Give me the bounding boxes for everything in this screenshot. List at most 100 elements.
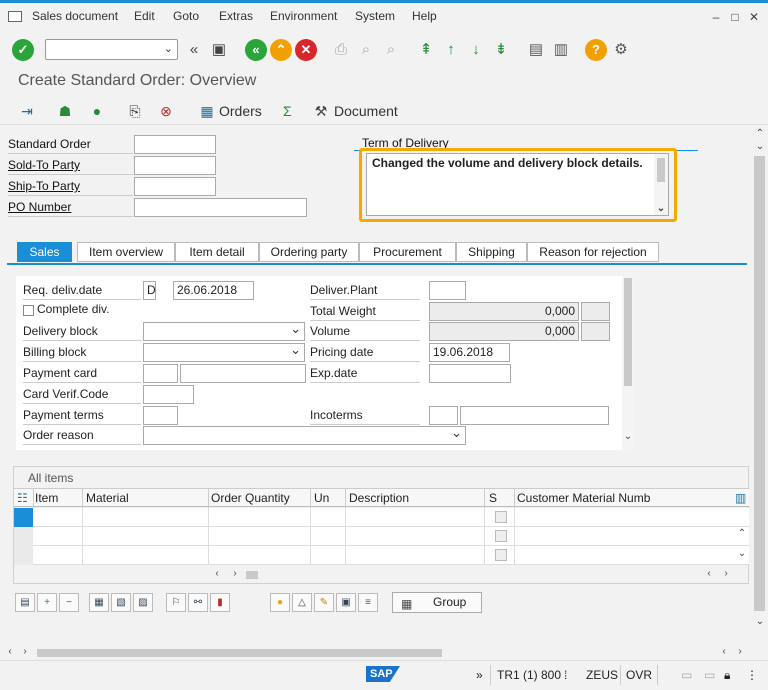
row-selector[interactable] <box>14 508 33 527</box>
cell-description[interactable] <box>346 508 485 527</box>
orders-button[interactable]: Orders <box>219 103 262 119</box>
exit-icon[interactable]: ⌃ <box>270 39 292 61</box>
row-checkbox[interactable] <box>495 511 507 523</box>
table-row[interactable] <box>14 527 749 546</box>
expand-status-icon[interactable]: » <box>476 668 483 682</box>
term-of-delivery-textarea[interactable]: Changed the volume and delivery block de… <box>366 153 669 216</box>
payment-terms-field[interactable] <box>143 406 178 425</box>
chevron-down-icon[interactable]: ⌄ <box>754 616 766 627</box>
cell-material[interactable] <box>83 508 209 527</box>
item-details-icon[interactable]: ▤ <box>15 593 35 612</box>
header-details-icon[interactable]: ⇥ <box>18 102 36 120</box>
ship-to-party-label[interactable]: Ship-To Party <box>8 177 133 196</box>
print-icon[interactable]: ⎙ <box>330 39 352 61</box>
structure-icon[interactable]: ⚯ <box>188 593 208 612</box>
textarea-scroll-thumb[interactable] <box>657 158 665 182</box>
main-hscroll-thumb[interactable] <box>37 649 442 657</box>
menu-edit[interactable]: Edit <box>134 9 155 23</box>
main-scroll-thumb[interactable] <box>754 156 765 611</box>
pricing-icon[interactable]: ● <box>270 593 290 612</box>
cell-order-quantity[interactable] <box>209 527 311 546</box>
column-un[interactable]: Un <box>314 491 329 505</box>
payment-card-number-field[interactable] <box>180 364 306 383</box>
close-icon[interactable]: ✕ <box>748 11 760 23</box>
chevron-down-icon[interactable]: ⌄ <box>655 201 667 216</box>
document-button[interactable]: Document <box>334 103 398 119</box>
row-selector[interactable] <box>14 546 33 565</box>
cell-material[interactable] <box>83 546 209 565</box>
cell-order-quantity[interactable] <box>209 546 311 565</box>
chevron-right-icon[interactable]: › <box>19 646 31 657</box>
chevron-down-icon[interactable]: ⌄ <box>622 431 634 442</box>
textarea-scrollbar[interactable]: ⌄ <box>654 154 668 215</box>
menu-help[interactable]: Help <box>412 9 437 23</box>
orders-icon[interactable]: ▦ <box>198 102 216 120</box>
chevron-up-icon[interactable]: ⌃ <box>754 128 766 139</box>
column-order-quantity[interactable]: Order Quantity <box>211 491 290 505</box>
insert-row-icon[interactable]: + <box>37 593 57 612</box>
create-session-icon[interactable]: ▤ <box>525 39 547 61</box>
card-verif-code-field[interactable] <box>143 385 194 404</box>
customize-icon[interactable]: ⚙ <box>610 39 632 61</box>
main-horizontal-scrollbar[interactable]: ‹ › ‹ › <box>0 646 751 660</box>
column-item[interactable]: Item <box>35 491 58 505</box>
sum-icon[interactable]: Σ <box>283 103 292 119</box>
incompletion-log-icon[interactable]: ⊗ <box>157 102 175 120</box>
tab-reason-for-rejection[interactable]: Reason for rejection <box>527 242 659 262</box>
find-icon[interactable]: ⌕ <box>355 39 377 61</box>
chevron-down-icon[interactable]: ⌄ <box>754 141 766 152</box>
enter-icon[interactable]: ✓ <box>12 39 34 61</box>
req-deliv-date-field[interactable]: 26.06.2018 <box>173 281 254 300</box>
help-icon[interactable]: ? <box>585 39 607 61</box>
chevron-left-icon[interactable]: ‹ <box>718 646 730 657</box>
column-description[interactable]: Description <box>349 491 409 505</box>
order-reason-select[interactable] <box>143 424 466 445</box>
cell-material[interactable] <box>83 527 209 546</box>
group-button[interactable]: ▦ Group <box>392 592 482 613</box>
tab-shipping[interactable]: Shipping <box>456 242 527 262</box>
cell-un[interactable] <box>311 546 346 565</box>
next-page-icon[interactable]: ↓ <box>465 39 487 61</box>
lock-icon[interactable]: 🔒︎ <box>724 668 730 683</box>
incoterms-location-field[interactable] <box>460 406 609 425</box>
sold-to-party-label[interactable]: Sold-To Party <box>8 156 133 175</box>
first-page-icon[interactable]: ⇞ <box>415 39 437 61</box>
back-icon[interactable]: « <box>183 39 205 61</box>
delete-row-icon[interactable]: − <box>59 593 79 612</box>
column-customer-material-numb[interactable]: Customer Material Numb <box>517 491 650 505</box>
tab-sales[interactable]: Sales <box>17 242 72 262</box>
find-next-icon[interactable]: ⌕ <box>380 39 402 61</box>
standard-order-field[interactable] <box>134 135 216 154</box>
tab-item-detail[interactable]: Item detail <box>175 242 259 262</box>
deliver-plant-field[interactable] <box>429 281 466 300</box>
cell-customer-material[interactable] <box>515 527 735 546</box>
po-number-label[interactable]: PO Number <box>8 198 133 217</box>
cell-item[interactable] <box>33 546 83 565</box>
tab-procurement[interactable]: Procurement <box>359 242 456 262</box>
chevron-up-icon[interactable]: ⌃ <box>736 528 748 539</box>
complete-div-checkbox[interactable] <box>23 305 34 316</box>
row-checkbox[interactable] <box>495 530 507 542</box>
delivery-block-select[interactable] <box>143 320 305 341</box>
tab-ordering-party[interactable]: Ordering party <box>259 242 359 262</box>
window-menu-icon[interactable] <box>8 11 22 22</box>
cell-un[interactable] <box>311 527 346 546</box>
cell-customer-material[interactable] <box>515 508 735 527</box>
save-icon[interactable]: ▣ <box>208 39 230 61</box>
column-s[interactable]: S <box>489 491 497 505</box>
chevron-left-icon[interactable]: ‹ <box>4 646 16 657</box>
billing-block-select[interactable] <box>143 341 305 362</box>
availability-icon[interactable]: △ <box>292 593 312 612</box>
chart-icon[interactable]: ▮ <box>210 593 230 612</box>
row-selector[interactable] <box>14 527 33 546</box>
menu-environment[interactable]: Environment <box>270 9 337 23</box>
main-vertical-scrollbar[interactable]: ⌃ ⌄ ⌄ <box>751 126 768 646</box>
status-menu-icon[interactable]: ⋮ <box>746 668 758 682</box>
document-icon[interactable]: ⚒ <box>312 102 330 120</box>
cell-description[interactable] <box>346 546 485 565</box>
chevron-right-icon[interactable]: › <box>734 646 746 657</box>
table-row[interactable] <box>14 508 749 527</box>
cancel-icon[interactable]: ✕ <box>295 39 317 61</box>
ship-to-party-field[interactable] <box>134 177 216 196</box>
cell-un[interactable] <box>311 508 346 527</box>
